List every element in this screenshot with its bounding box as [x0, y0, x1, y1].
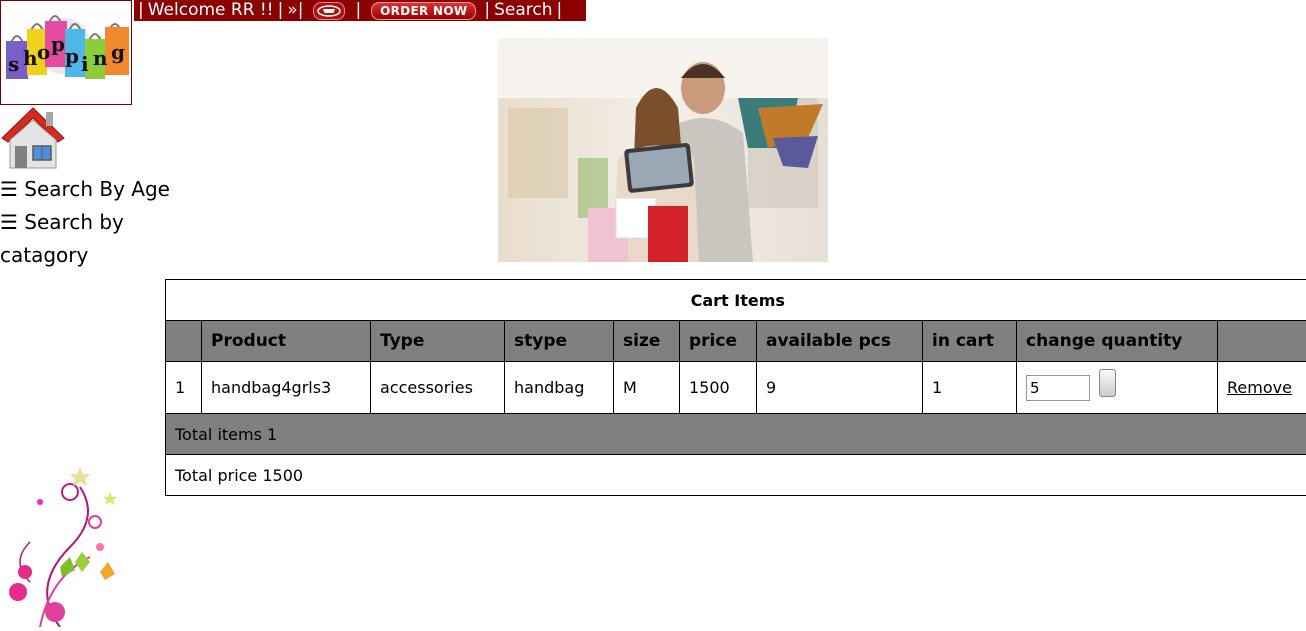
price-cell: 1500 — [680, 362, 757, 414]
cart-title: Cart Items — [166, 280, 1306, 321]
quantity-input[interactable] — [1026, 375, 1090, 401]
row-index: 1 — [166, 362, 202, 414]
column-header — [1218, 321, 1306, 362]
welcome-text: Welcome RR !! — [148, 0, 274, 21]
nav-separator: | — [134, 0, 148, 21]
order-now-button[interactable]: ORDER NOW — [371, 2, 476, 20]
total-items-text: Total items 1 — [166, 414, 1306, 455]
logo-letter: p — [65, 44, 79, 68]
column-header: available pcs — [757, 321, 923, 362]
more-link[interactable]: »| — [287, 0, 303, 21]
nav-separator: | — [553, 0, 567, 21]
type-cell: accessories — [371, 362, 505, 414]
update-quantity-button[interactable] — [1099, 369, 1116, 397]
remove-link[interactable]: Remove — [1227, 378, 1292, 397]
search-by-age-link[interactable]: ☰ Search By Age — [0, 173, 200, 206]
total-items-row: Total items 1 — [166, 414, 1306, 455]
nav-separator: | — [351, 0, 365, 21]
cart-icon[interactable] — [313, 2, 345, 20]
cart-table: Cart Items Product Type stype size price… — [165, 279, 1306, 496]
top-nav-bar: | Welcome RR !! | »| | ORDER NOW | Searc… — [134, 0, 586, 21]
column-header: price — [680, 321, 757, 362]
logo-letter: h — [23, 46, 38, 70]
column-header: stype — [505, 321, 614, 362]
total-price-row: Total price 1500 — [166, 455, 1306, 496]
floral-decoration — [0, 462, 125, 627]
logo-letter: i — [81, 52, 89, 76]
size-cell: M — [614, 362, 680, 414]
shopping-logo: s h o p p i n g — [0, 0, 132, 105]
stype-cell: handbag — [505, 362, 614, 414]
column-header: Product — [202, 321, 371, 362]
product-cell: handbag4grls3 — [202, 362, 371, 414]
logo-letter: s — [8, 52, 19, 76]
table-header-row: Product Type stype size price available … — [166, 321, 1306, 362]
column-header: in cart — [923, 321, 1017, 362]
logo-letter: p — [51, 32, 65, 56]
in-cart-cell: 1 — [923, 362, 1017, 414]
column-header — [166, 321, 202, 362]
column-header: Type — [371, 321, 505, 362]
nav-separator: | — [480, 0, 494, 21]
table-row: 1 handbag4grls3 accessories handbag M 15… — [166, 362, 1306, 414]
home-icon[interactable] — [0, 106, 66, 170]
search-link[interactable]: Search — [494, 0, 552, 21]
logo-letter: n — [93, 46, 108, 70]
available-cell: 9 — [757, 362, 923, 414]
logo-letter: o — [37, 40, 50, 64]
search-by-category-link[interactable]: ☰ Search by catagory — [0, 206, 160, 272]
nav-separator: | — [274, 0, 288, 21]
column-header: change quantity — [1017, 321, 1218, 362]
remove-cell: Remove — [1218, 362, 1306, 414]
logo-letter: g — [111, 40, 125, 64]
total-price-text: Total price 1500 — [166, 455, 1306, 496]
column-header: size — [614, 321, 680, 362]
change-quantity-cell — [1017, 362, 1218, 414]
shopping-couple-image — [498, 38, 828, 262]
